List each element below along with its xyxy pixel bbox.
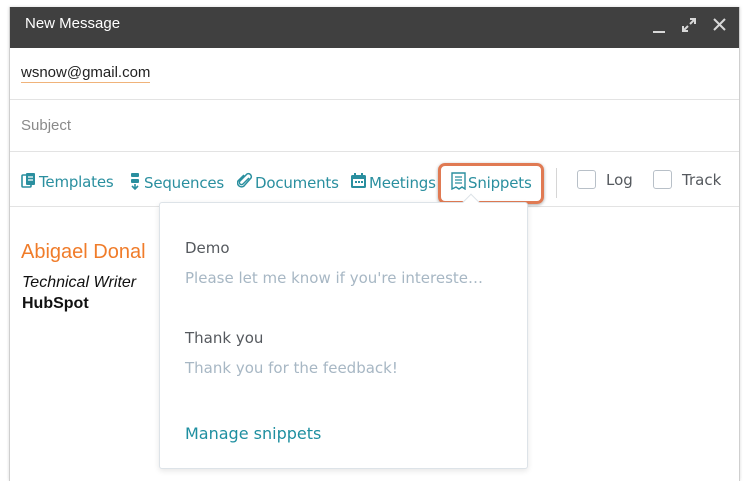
templates-label: Templates [39, 173, 114, 191]
subject-field[interactable]: Subject [10, 100, 739, 152]
minimize-icon[interactable] [653, 21, 665, 33]
subject-placeholder: Subject [21, 117, 72, 134]
track-checkbox-box[interactable] [653, 170, 672, 189]
signature-company: HubSpot [22, 295, 89, 312]
snippet-title: Thank you [185, 329, 264, 347]
sales-toolbar: Templates Sequences Documents Meetings S… [10, 152, 739, 207]
snippets-button[interactable]: Snippets [451, 172, 532, 194]
track-label: Track [682, 170, 722, 189]
track-checkbox[interactable]: Track [653, 170, 721, 189]
manage-snippets-link[interactable]: Manage snippets [185, 424, 321, 443]
window-title: New Message [25, 15, 121, 32]
calendar-icon [350, 172, 367, 193]
templates-icon [21, 172, 37, 192]
signature-name: Abigael Donal [21, 241, 146, 263]
snippet-title: Demo [185, 239, 230, 257]
snippet-preview: Thank you for the feedback! [185, 359, 398, 377]
log-checkbox[interactable]: Log [577, 170, 633, 189]
expand-icon[interactable] [682, 18, 696, 32]
toolbar-divider [556, 168, 557, 198]
snippets-label: Snippets [468, 174, 532, 192]
title-bar: New Message [10, 7, 739, 48]
sequences-label: Sequences [144, 174, 225, 192]
recipient-chip[interactable]: wsnow@gmail.com [21, 64, 151, 83]
sequences-icon [128, 172, 142, 194]
templates-button[interactable]: Templates [21, 172, 114, 192]
sequences-button[interactable]: Sequences [128, 172, 224, 194]
meetings-button[interactable]: Meetings [350, 172, 436, 193]
documents-button[interactable]: Documents [236, 172, 339, 194]
snippet-preview: Please let me know if you're intereste… [185, 269, 484, 287]
snippets-icon [451, 172, 466, 194]
signature-role: Technical Writer [22, 274, 137, 291]
snippet-item-thank-you[interactable]: Thank you Thank you for the feedback! [185, 329, 398, 377]
log-label: Log [606, 170, 633, 189]
snippets-dropdown: Demo Please let me know if you're intere… [159, 193, 528, 469]
log-checkbox-box[interactable] [577, 170, 596, 189]
recipient-row[interactable]: wsnow@gmail.com [10, 48, 739, 100]
close-icon[interactable] [713, 18, 726, 31]
documents-label: Documents [255, 174, 339, 192]
meetings-label: Meetings [369, 173, 436, 192]
paperclip-icon [236, 172, 253, 194]
snippet-item-demo[interactable]: Demo Please let me know if you're intere… [185, 239, 483, 287]
